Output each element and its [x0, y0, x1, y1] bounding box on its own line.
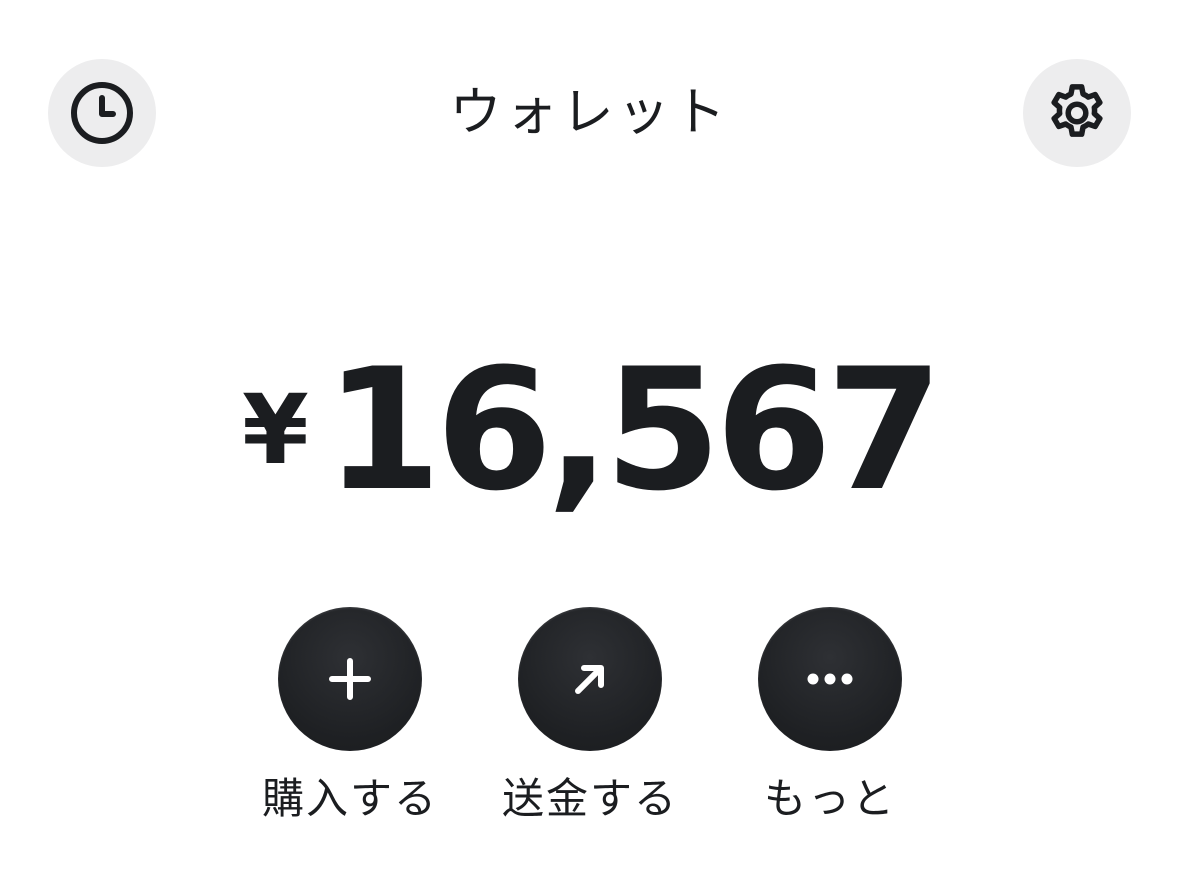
currency-symbol: ¥	[241, 374, 309, 486]
balance-amount: 16,567	[324, 332, 943, 528]
buy-button[interactable]	[278, 607, 422, 751]
more-label: もっと	[763, 774, 896, 823]
buy-action[interactable]: 購入する	[250, 607, 450, 825]
plus-icon	[329, 658, 371, 700]
send-label: 送金する	[501, 774, 678, 823]
settings-button[interactable]	[1023, 59, 1131, 167]
more-action[interactable]: もっと	[730, 607, 930, 825]
more-button[interactable]	[758, 607, 902, 751]
send-action[interactable]: 送金する	[490, 607, 690, 825]
more-icon	[807, 673, 853, 685]
gear-icon	[1051, 84, 1103, 137]
page-title: ウォレット	[449, 83, 730, 143]
wallet-balance: ¥ 16,567	[0, 340, 1179, 520]
arrow-up-right-icon	[575, 665, 604, 694]
send-button[interactable]	[518, 607, 662, 751]
buy-label: 購入する	[261, 774, 438, 823]
